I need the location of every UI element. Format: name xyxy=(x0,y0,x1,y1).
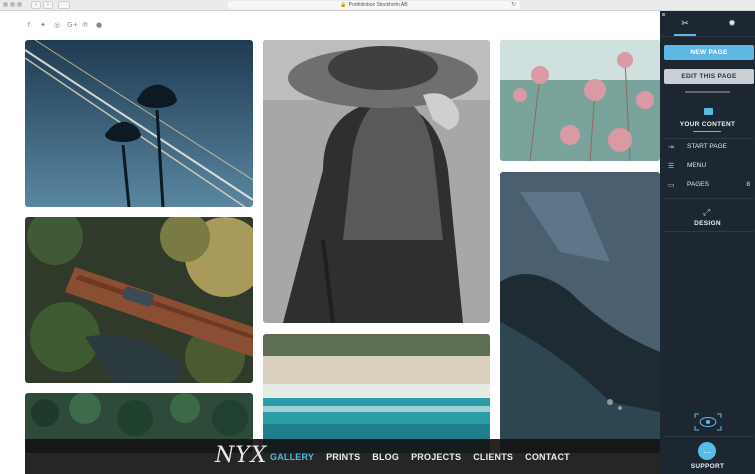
zoom-window-button[interactable] xyxy=(17,2,22,7)
panel-separator xyxy=(664,231,754,232)
flickr-icon[interactable]: ● xyxy=(95,21,103,29)
pages-count: 8 xyxy=(746,181,750,188)
menu-item-clients[interactable]: CLIENTS xyxy=(473,452,513,462)
content-icon[interactable] xyxy=(704,108,713,115)
panel-tabs: ✂ ✹ xyxy=(660,11,755,37)
pages-icon: ▭ xyxy=(668,181,675,189)
new-page-button[interactable]: NEW PAGE xyxy=(664,45,754,60)
menu-icon: ☰ xyxy=(668,162,675,170)
lock-icon: 🔒 xyxy=(340,2,347,8)
editor-panel: ✂ ✹ NEW PAGE EDIT THIS PAGE YOUR CONTENT… xyxy=(660,11,755,474)
gallery-photo-aerial-beach[interactable] xyxy=(263,334,490,453)
panel-handle-icon[interactable] xyxy=(662,13,665,16)
active-tab-indicator xyxy=(674,34,696,36)
edit-this-page-button[interactable]: EDIT THIS PAGE xyxy=(664,69,754,84)
reload-icon[interactable]: ↻ xyxy=(511,1,516,8)
panel-separator xyxy=(664,436,754,437)
menu-item-contact[interactable]: CONTACT xyxy=(525,452,570,462)
facebook-icon[interactable]: f xyxy=(25,21,33,29)
website-page: f ✦ ◎ G+ ℗ ● NYX GALLERY PRINTS BLOG PRO… xyxy=(0,11,660,474)
pinterest-icon[interactable]: ℗ xyxy=(81,21,89,29)
address-text: Portfoliobox Stockholm AB xyxy=(348,2,408,8)
site-logo[interactable]: NYX xyxy=(215,443,267,468)
design-label[interactable]: DESIGN xyxy=(660,220,755,227)
panel-separator xyxy=(664,138,754,139)
gallery-photo-pink-flowers[interactable] xyxy=(500,40,660,161)
forward-button[interactable]: › xyxy=(43,1,53,9)
support-chat-icon[interactable]: … xyxy=(698,442,716,460)
your-content-label[interactable]: YOUR CONTENT xyxy=(660,121,755,128)
pages-label: PAGES xyxy=(687,181,709,188)
google-plus-icon[interactable]: G+ xyxy=(67,21,78,29)
panel-separator xyxy=(664,198,754,199)
start-page-item[interactable]: ⇥ START PAGE xyxy=(668,141,750,153)
twitter-icon[interactable]: ✦ xyxy=(39,21,47,29)
menu-item-prints[interactable]: PRINTS xyxy=(326,452,360,462)
support-label[interactable]: SUPPORT xyxy=(660,463,755,470)
gallery-photo-rocky-coast[interactable] xyxy=(500,172,660,453)
pages-item[interactable]: ▭ PAGES 8 xyxy=(668,179,750,191)
menu-item[interactable]: ☰ MENU xyxy=(668,160,750,172)
close-window-button[interactable] xyxy=(3,2,8,7)
design-icon[interactable]: ⤢ xyxy=(703,208,713,218)
your-content-underline xyxy=(693,131,721,132)
gallery-photo-woman-hat[interactable] xyxy=(263,40,490,323)
browser-toolbar: ‹ › 🔒 Portfoliobox Stockholm AB ↻ xyxy=(0,0,755,11)
address-bar[interactable]: 🔒 Portfoliobox Stockholm AB xyxy=(228,1,520,9)
preview-eye-icon[interactable] xyxy=(694,413,722,431)
panel-divider xyxy=(685,91,730,93)
start-page-icon: ⇥ xyxy=(668,143,674,151)
back-button[interactable]: ‹ xyxy=(31,1,41,9)
sidebar-toggle-button[interactable] xyxy=(58,1,70,9)
start-page-label: START PAGE xyxy=(687,143,727,150)
tools-icon[interactable]: ✂ xyxy=(675,17,695,31)
menu-label: MENU xyxy=(687,162,707,169)
minimize-window-button[interactable] xyxy=(10,2,15,7)
gallery-photo-bridge-forest[interactable] xyxy=(25,217,253,383)
instagram-icon[interactable]: ◎ xyxy=(53,21,61,29)
menu-item-gallery[interactable]: GALLERY xyxy=(270,452,314,462)
settings-icon[interactable]: ✹ xyxy=(722,17,742,31)
social-links: f ✦ ◎ G+ ℗ ● xyxy=(25,21,103,29)
menu-item-blog[interactable]: BLOG xyxy=(372,452,399,462)
menu-item-projects[interactable]: PROJECTS xyxy=(411,452,461,462)
site-menu: GALLERY PRINTS BLOG PROJECTS CLIENTS CON… xyxy=(270,452,570,462)
gallery-photo-palm-trees[interactable] xyxy=(25,40,253,207)
site-navigation-bar: NYX GALLERY PRINTS BLOG PROJECTS CLIENTS… xyxy=(25,439,660,474)
